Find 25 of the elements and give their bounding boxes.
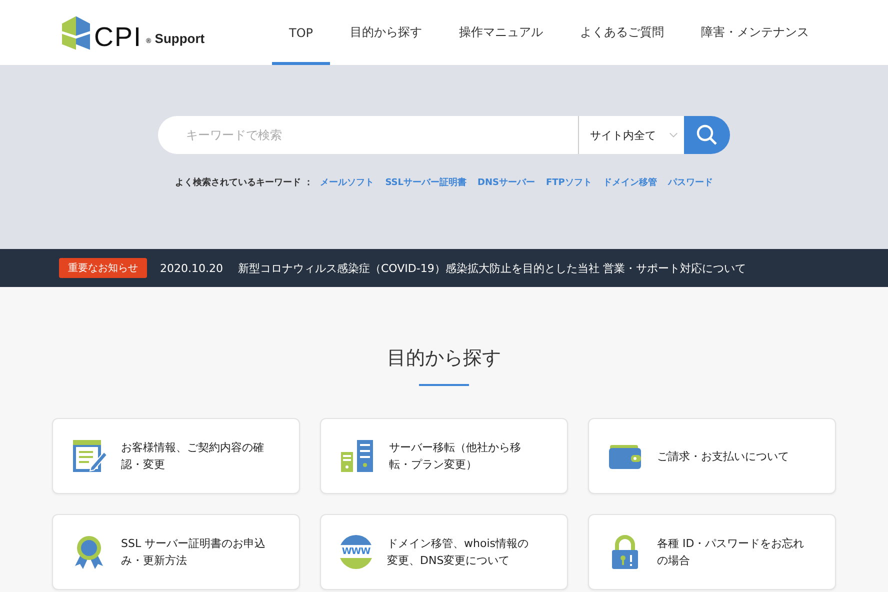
category-card[interactable]: ご請求・お支払いについて bbox=[588, 418, 836, 494]
category-card[interactable]: サーバー移転（他社から移転・プラン変更） bbox=[320, 418, 568, 494]
servers-icon bbox=[339, 438, 375, 474]
category-card[interactable]: 各種 ID・パスワードをお忘れの場合 bbox=[588, 514, 836, 590]
logo-icon bbox=[62, 16, 90, 50]
category-card[interactable]: SSL サーバー証明書のお申込み・更新方法 bbox=[52, 514, 300, 590]
category-card[interactable]: お客様情報、ご契約内容の確認・変更 bbox=[52, 418, 300, 494]
logo-text: CPI bbox=[94, 24, 142, 50]
scope-dropdown[interactable]: サイト内全て bbox=[578, 116, 684, 154]
search-icon bbox=[695, 123, 719, 147]
search-field[interactable]: キーワードで検索 bbox=[158, 116, 578, 154]
notice-date: 2020.10.20 bbox=[160, 262, 223, 274]
nav-tab[interactable]: よくあるご質問 bbox=[563, 0, 681, 65]
nav-tab[interactable]: 目的から探す bbox=[333, 0, 439, 65]
nav-tab[interactable]: 障害・メンテナンス bbox=[684, 0, 826, 65]
nav-tab[interactable]: 操作マニュアル bbox=[442, 0, 560, 65]
search-button[interactable] bbox=[684, 116, 730, 154]
notice-link[interactable]: 新型コロナウィルス感染症（COVID-19）感染拡大防止を目的とした当社 営業・サポート対応について bbox=[238, 260, 746, 276]
section-title: 目的から探す bbox=[387, 346, 501, 371]
form-icon bbox=[71, 438, 107, 474]
chevron-down-icon bbox=[669, 132, 678, 138]
popular-keywords-label: よく検索されているキーワード ： bbox=[175, 176, 314, 189]
globe-icon: WWW bbox=[339, 535, 373, 569]
category-card[interactable]: WWW ドメイン移管、whois情報の変更、DNS変更について bbox=[320, 514, 568, 590]
notice-badge: 重要なお知らせ bbox=[59, 258, 147, 278]
